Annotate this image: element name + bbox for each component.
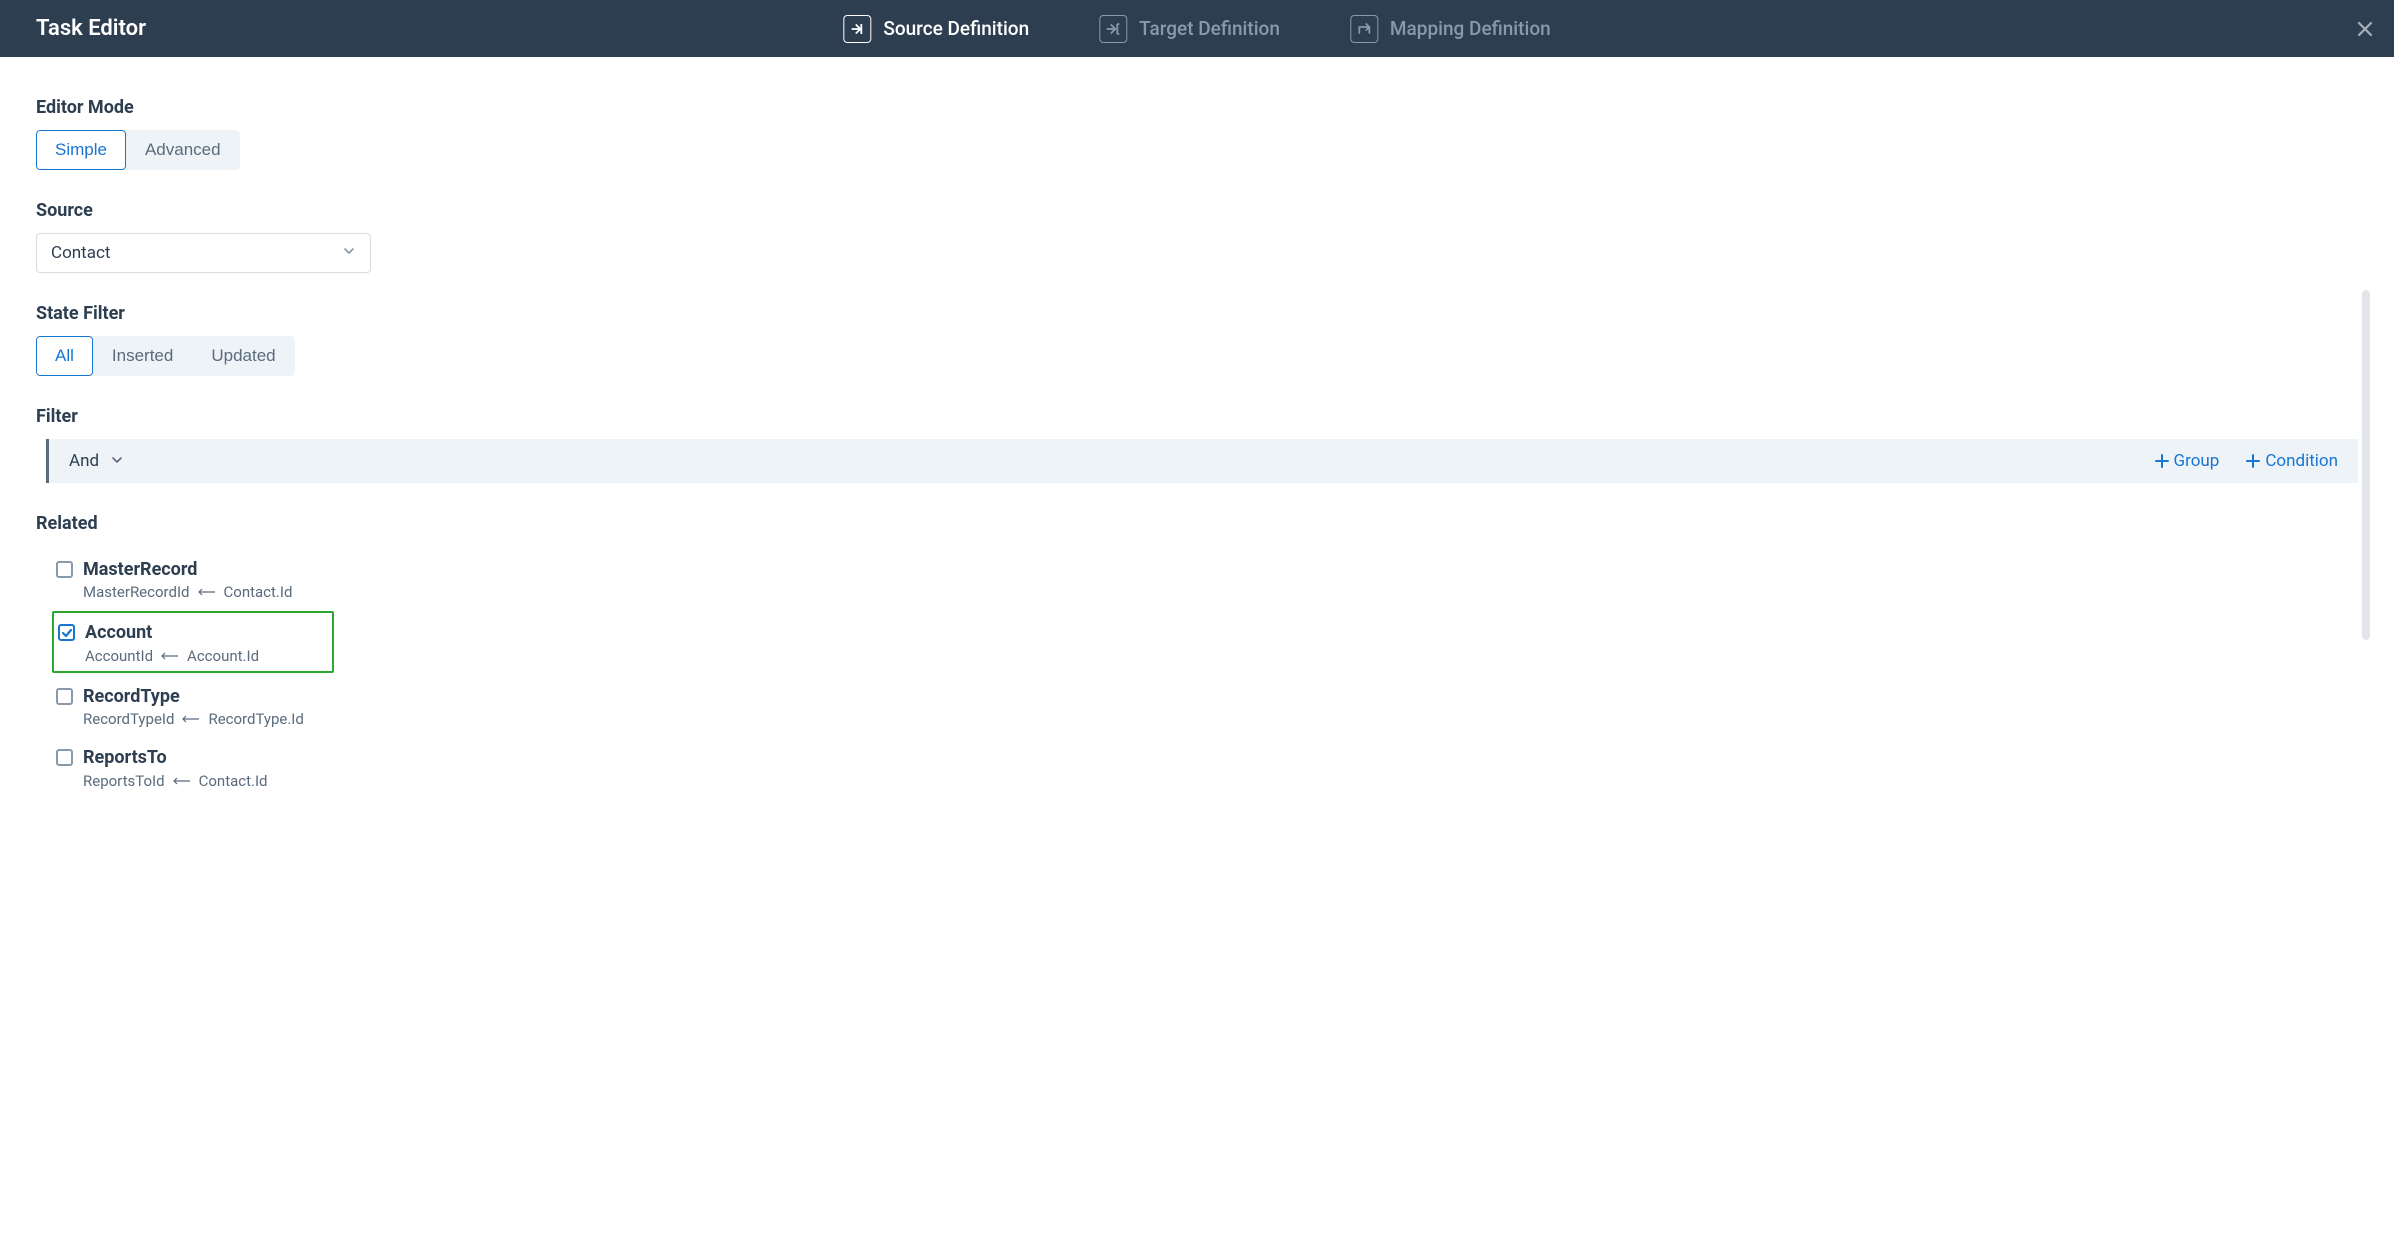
link-arrow-icon <box>159 651 181 661</box>
header-tabs: Source Definition Target Definition Mapp… <box>843 15 1550 43</box>
filter-actions: Group Condition <box>2154 451 2338 471</box>
editor-mode-toggle: Simple Advanced <box>36 130 240 170</box>
link-arrow-icon <box>180 714 202 724</box>
tab-target-definition[interactable]: Target Definition <box>1099 15 1280 43</box>
editor-mode-label: Editor Mode <box>36 97 2358 118</box>
related-section: Related MasterRecord MasterRecordId Cont… <box>36 513 2358 796</box>
tab-source-definition[interactable]: Source Definition <box>843 15 1029 43</box>
related-item-title: ReportsTo <box>83 746 268 769</box>
related-item-title: RecordType <box>83 685 304 708</box>
state-filter-section: State Filter All Inserted Updated <box>36 303 2358 376</box>
related-label: Related <box>36 513 2358 534</box>
add-condition-button[interactable]: Condition <box>2245 451 2338 471</box>
filter-bar: And Group Condition <box>46 439 2358 483</box>
add-condition-label: Condition <box>2265 451 2338 471</box>
related-item-sub: RecordTypeId RecordType.Id <box>83 710 304 728</box>
filter-operator-dropdown[interactable]: And <box>69 451 123 471</box>
state-filter-label: State Filter <box>36 303 2358 324</box>
source-label: Source <box>36 200 2358 221</box>
related-item-masterrecord[interactable]: MasterRecord MasterRecordId Contact.Id <box>56 550 2358 607</box>
source-select[interactable]: Contact <box>36 233 371 273</box>
related-item-title: MasterRecord <box>83 558 292 581</box>
tab-label: Mapping Definition <box>1390 17 1551 40</box>
link-arrow-icon <box>196 587 218 597</box>
add-group-label: Group <box>2174 451 2220 471</box>
related-item-sub: MasterRecordId Contact.Id <box>83 583 292 601</box>
related-checkbox[interactable] <box>56 749 73 766</box>
chevron-down-icon <box>111 451 123 471</box>
related-text: MasterRecord MasterRecordId Contact.Id <box>83 558 292 601</box>
tab-label: Source Definition <box>883 17 1029 40</box>
related-item-sub: ReportsToId Contact.Id <box>83 772 268 790</box>
chevron-down-icon <box>342 243 356 263</box>
related-text: ReportsTo ReportsToId Contact.Id <box>83 746 268 789</box>
related-item-title: Account <box>85 621 259 644</box>
add-group-button[interactable]: Group <box>2154 451 2220 471</box>
source-section: Source Contact <box>36 200 2358 273</box>
mapping-definition-icon <box>1350 15 1378 43</box>
related-text: RecordType RecordTypeId RecordType.Id <box>83 685 304 728</box>
source-definition-icon <box>843 15 871 43</box>
header-bar: Task Editor Source Definition Target Def… <box>0 0 2394 57</box>
editor-mode-section: Editor Mode Simple Advanced <box>36 97 2358 170</box>
editor-mode-advanced[interactable]: Advanced <box>126 130 240 170</box>
related-item-sub: AccountId Account.Id <box>85 647 259 665</box>
scrollbar[interactable] <box>2362 290 2370 640</box>
plus-icon <box>2245 453 2261 469</box>
filter-operator-value: And <box>69 451 99 471</box>
main-content: Editor Mode Simple Advanced Source Conta… <box>0 57 2394 846</box>
related-checkbox[interactable] <box>56 561 73 578</box>
target-definition-icon <box>1099 15 1127 43</box>
tab-label: Target Definition <box>1139 17 1280 40</box>
close-button[interactable] <box>2356 20 2374 38</box>
state-filter-toggle: All Inserted Updated <box>36 336 295 376</box>
app-title: Task Editor <box>36 16 146 41</box>
state-filter-updated[interactable]: Updated <box>192 336 294 376</box>
editor-mode-simple[interactable]: Simple <box>36 130 126 170</box>
filter-label: Filter <box>36 406 2358 427</box>
link-arrow-icon <box>171 776 193 786</box>
source-select-value: Contact <box>51 243 110 263</box>
related-item-account[interactable]: Account AccountId Account.Id <box>52 611 334 672</box>
related-checkbox[interactable] <box>58 624 75 641</box>
related-item-reportsto[interactable]: ReportsTo ReportsToId Contact.Id <box>56 738 2358 795</box>
related-list: MasterRecord MasterRecordId Contact.Id A… <box>36 546 2358 796</box>
related-text: Account AccountId Account.Id <box>85 621 259 664</box>
state-filter-all[interactable]: All <box>36 336 93 376</box>
related-checkbox[interactable] <box>56 688 73 705</box>
plus-icon <box>2154 453 2170 469</box>
tab-mapping-definition[interactable]: Mapping Definition <box>1350 15 1551 43</box>
state-filter-inserted[interactable]: Inserted <box>93 336 192 376</box>
filter-section: Filter And Group Condition <box>36 406 2358 483</box>
related-item-recordtype[interactable]: RecordType RecordTypeId RecordType.Id <box>56 677 2358 734</box>
